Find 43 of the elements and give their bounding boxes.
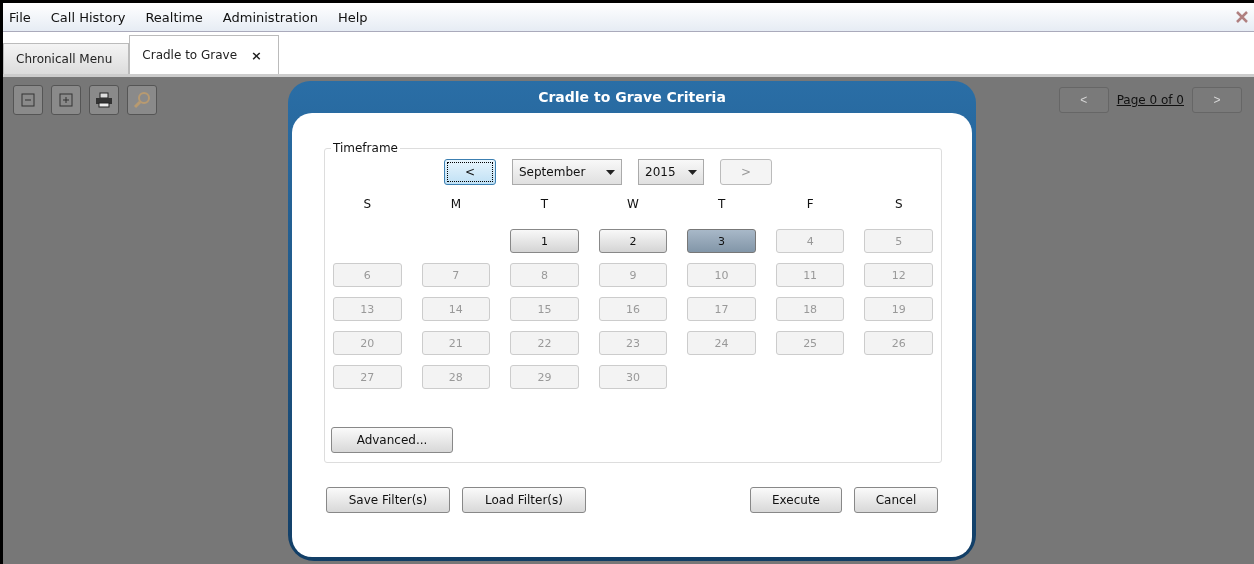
- search-icon: [133, 91, 151, 109]
- day-button[interactable]: 1: [510, 229, 579, 253]
- search-button[interactable]: [127, 85, 157, 115]
- filter-button[interactable]: Load Filter(s): [462, 487, 586, 513]
- month-dropdown[interactable]: September: [512, 159, 622, 185]
- collapse-button[interactable]: [13, 85, 43, 115]
- previous-month-button[interactable]: <: [444, 159, 496, 185]
- tab[interactable]: Chronicall Menu: [3, 43, 130, 74]
- printer-icon: [95, 92, 113, 108]
- weekday-label: M: [449, 196, 463, 213]
- next-page-button[interactable]: >: [1192, 87, 1242, 113]
- previous-page-button[interactable]: <: [1058, 87, 1109, 113]
- year-dropdown[interactable]: 2015: [638, 159, 704, 185]
- menu-item[interactable]: Administration: [222, 9, 318, 25]
- next-month-button[interactable]: >: [720, 159, 772, 185]
- weekday-label: F: [805, 196, 815, 213]
- weekday-label: T: [716, 196, 727, 213]
- menu-item[interactable]: Help: [337, 9, 368, 25]
- minus-box-icon: [20, 92, 36, 108]
- menu-item[interactable]: File: [9, 9, 31, 25]
- menu-item[interactable]: Call History: [50, 9, 126, 25]
- group-label: Timeframe: [332, 141, 399, 155]
- caret-icon: [606, 169, 615, 175]
- weekday-label: S: [362, 196, 373, 213]
- tab[interactable]: Cradle to Grave ×: [129, 35, 279, 74]
- advanced-button[interactable]: Advanced...: [331, 427, 453, 453]
- expand-button[interactable]: [51, 85, 81, 115]
- tab-close-button[interactable]: ×: [251, 47, 262, 63]
- plus-box-icon: [58, 92, 74, 108]
- weekday-label: W: [626, 196, 640, 213]
- weekday-label: T: [539, 196, 550, 213]
- dialog-title: Cradle to Grave Criteria: [537, 88, 727, 107]
- day-button[interactable]: 3: [687, 229, 756, 253]
- close-icon[interactable]: [1236, 11, 1248, 23]
- filter-button[interactable]: Save Filter(s): [326, 487, 450, 513]
- print-button[interactable]: [89, 85, 119, 115]
- day-button[interactable]: 2: [598, 229, 668, 253]
- weekday-label: S: [893, 196, 904, 213]
- menu-item[interactable]: Realtime: [145, 9, 203, 25]
- page-link[interactable]: Page 0 of 0: [1116, 93, 1184, 107]
- dialog-button[interactable]: Execute: [750, 487, 842, 513]
- caret-icon: [688, 169, 697, 175]
- dialog-button[interactable]: Cancel: [854, 487, 938, 513]
